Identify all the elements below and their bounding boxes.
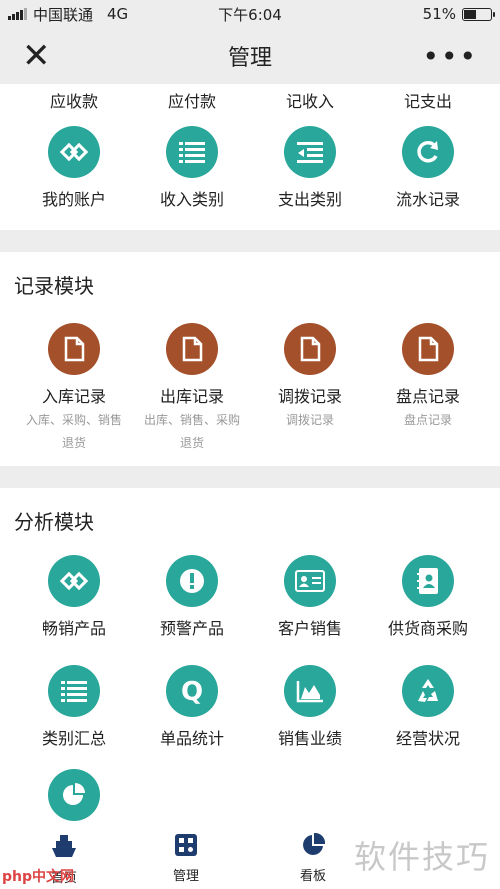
link-icon bbox=[48, 555, 100, 607]
item-label: 出库记录 bbox=[159, 387, 224, 406]
income-category-item[interactable]: 收入类别 bbox=[133, 126, 251, 210]
tab-dashboard[interactable]: 看板 bbox=[293, 832, 333, 884]
battery-percent: 51% bbox=[422, 5, 456, 23]
indent-list-icon bbox=[284, 126, 336, 178]
customer-sales-item[interactable]: 客户销售 bbox=[251, 555, 369, 639]
item-label: 销售业绩 bbox=[277, 729, 342, 748]
item-subtitle: 调拨记录 bbox=[285, 413, 334, 427]
item-label: 入库记录 bbox=[41, 387, 106, 406]
alert-icon bbox=[166, 555, 218, 607]
tab-label: 管理 bbox=[172, 869, 199, 884]
document-icon bbox=[166, 323, 218, 375]
best-selling-item[interactable]: 畅销产品 bbox=[15, 555, 133, 639]
item-label: 畅销产品 bbox=[41, 619, 106, 638]
item-subtitle: 退货 bbox=[61, 436, 86, 450]
business-status-item[interactable]: 经营状况 bbox=[369, 665, 487, 749]
item-label: 记支出 bbox=[403, 92, 452, 111]
signal-icon bbox=[8, 8, 27, 20]
payable-item[interactable]: 应付款 bbox=[133, 88, 251, 112]
stock-in-record-item[interactable]: 入库记录 入库、采购、销售 退货 bbox=[15, 323, 133, 455]
item-label: 调拨记录 bbox=[277, 387, 342, 406]
record-income-item[interactable]: 记收入 bbox=[251, 88, 369, 112]
document-icon bbox=[402, 323, 454, 375]
records-card: 记录模块 入库记录 入库、采购、销售 退货 出库记录 出库、销售、采购 退货 调拨记… bbox=[0, 252, 500, 466]
inventory-check-record-item[interactable]: 盘点记录 盘点记录 bbox=[369, 323, 487, 455]
flow-record-item[interactable]: 流水记录 bbox=[369, 126, 487, 210]
tab-manage[interactable]: 管理 bbox=[166, 833, 206, 884]
battery-icon bbox=[462, 7, 495, 21]
close-button[interactable]: ✕ bbox=[22, 39, 51, 73]
item-label: 盘点记录 bbox=[395, 387, 460, 406]
ship-icon bbox=[44, 833, 84, 863]
item-label: 流水记录 bbox=[395, 190, 460, 209]
q-icon: Q bbox=[166, 665, 218, 717]
item-subtitle: 退货 bbox=[179, 436, 204, 450]
nav-bar: ✕ 管理 ••• bbox=[0, 28, 500, 84]
item-label: 收入类别 bbox=[159, 190, 224, 209]
carrier-name: 中国联通 bbox=[33, 5, 94, 24]
grid-app-icon bbox=[166, 833, 206, 861]
item-subtitle: 出库、销售、采购 bbox=[143, 413, 240, 427]
item-label: 支出类别 bbox=[277, 190, 342, 209]
expense-category-item[interactable]: 支出类别 bbox=[251, 126, 369, 210]
status-bar: 中国联通 4G 下午6:04 51% bbox=[0, 0, 500, 28]
tab-label: 看板 bbox=[299, 869, 326, 884]
pie-chart-icon bbox=[48, 769, 100, 821]
svg-text:Q: Q bbox=[181, 677, 203, 706]
id-card-icon bbox=[284, 555, 336, 607]
recycle-icon bbox=[402, 665, 454, 717]
my-account-item[interactable]: 我的账户 bbox=[15, 126, 133, 210]
item-label: 单品统计 bbox=[159, 729, 224, 748]
contacts-book-icon bbox=[402, 555, 454, 607]
receivable-item[interactable]: 应收款 bbox=[15, 88, 133, 112]
link-icon bbox=[48, 126, 100, 178]
network-type: 4G bbox=[107, 5, 129, 23]
area-chart-icon bbox=[284, 665, 336, 717]
item-subtitle: 盘点记录 bbox=[403, 413, 452, 427]
document-icon bbox=[284, 323, 336, 375]
section-title: 分析模块 bbox=[14, 510, 94, 534]
item-label: 预警产品 bbox=[159, 619, 224, 638]
refresh-icon bbox=[402, 126, 454, 178]
list-icon bbox=[166, 126, 218, 178]
document-icon bbox=[48, 323, 100, 375]
item-label: 应收款 bbox=[49, 92, 98, 111]
watermark: 软件技巧 bbox=[353, 838, 490, 876]
record-expense-item[interactable]: 记支出 bbox=[369, 88, 487, 112]
sales-performance-item[interactable]: 销售业绩 bbox=[251, 665, 369, 749]
more-button[interactable]: ••• bbox=[422, 40, 478, 73]
section-title: 记录模块 bbox=[14, 274, 94, 298]
category-summary-item[interactable]: 类别汇总 bbox=[15, 665, 133, 749]
item-label: 供货商采购 bbox=[387, 619, 468, 638]
site-watermark: php中文网 bbox=[2, 869, 75, 885]
stock-out-record-item[interactable]: 出库记录 出库、销售、采购 退货 bbox=[133, 323, 251, 455]
finance-card: 应收款 应付款 记收入 记支出 我的账户 收入类别 支出类别 流水记录 bbox=[0, 84, 500, 230]
item-label: 类别汇总 bbox=[41, 729, 106, 748]
item-label: 记收入 bbox=[285, 92, 334, 111]
item-subtitle: 入库、采购、销售 bbox=[25, 413, 122, 427]
supplier-purchase-item[interactable]: 供货商采购 bbox=[369, 555, 487, 639]
pie-chart-item[interactable] bbox=[15, 769, 133, 821]
alert-product-item[interactable]: 预警产品 bbox=[133, 555, 251, 639]
item-label: 经营状况 bbox=[395, 729, 460, 748]
analysis-card: 分析模块 畅销产品 预警产品 客户销售 供货商采购 类别汇总 Q 单品统计 销售… bbox=[0, 488, 500, 825]
item-label: 我的账户 bbox=[41, 190, 106, 209]
item-label: 应付款 bbox=[167, 92, 216, 111]
pie-chart-icon bbox=[293, 832, 333, 861]
transfer-record-item[interactable]: 调拨记录 调拨记录 bbox=[251, 323, 369, 455]
list-icon bbox=[48, 665, 100, 717]
product-stats-item[interactable]: Q 单品统计 bbox=[133, 665, 251, 749]
item-label: 客户销售 bbox=[277, 619, 342, 638]
